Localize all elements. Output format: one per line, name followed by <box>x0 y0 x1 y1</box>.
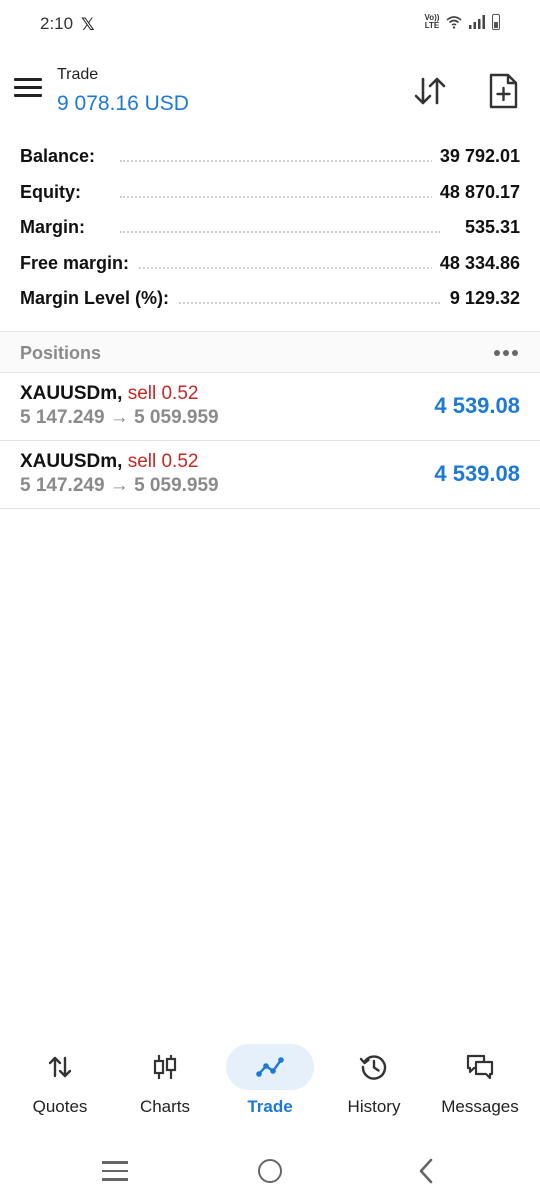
nav-label-quotes: Quotes <box>32 1097 88 1116</box>
dotted-leader <box>120 266 440 269</box>
position-row[interactable]: XAUUSDm, sell 0.52 5 147.249 → 5 059.959… <box>0 441 540 509</box>
status-indicators: Vo)) LTE <box>424 14 500 30</box>
position-prices: 5 147.249 → 5 059.959 <box>20 407 219 428</box>
recents-icon[interactable] <box>102 1161 128 1181</box>
margin-label: Margin: <box>20 217 93 238</box>
volte-icon: Vo)) LTE <box>424 13 440 30</box>
back-icon[interactable] <box>414 1157 438 1185</box>
wifi-icon <box>446 16 462 29</box>
position-row[interactable]: XAUUSDm, sell 0.52 5 147.249 → 5 059.959… <box>0 373 540 441</box>
system-navigation-bar <box>0 1145 540 1200</box>
nav-messages[interactable]: Messages <box>430 1040 530 1130</box>
free-margin-value: 48 334.86 <box>431 252 520 274</box>
account-summary: Balance: 39 792.01 Equity: 48 870.17 Mar… <box>0 142 540 320</box>
position-symbol: XAUUSDm, <box>20 451 123 472</box>
dotted-leader <box>120 231 440 233</box>
menu-icon[interactable] <box>14 78 42 100</box>
summary-row-margin-level: Margin Level (%): 9 129.32 <box>0 284 540 320</box>
nav-label-messages: Messages <box>441 1097 519 1116</box>
position-side: sell 0.52 <box>127 451 199 472</box>
position-symbol: XAUUSDm, <box>20 383 123 404</box>
equity-value: 48 870.17 <box>431 181 520 203</box>
sort-icon[interactable] <box>412 73 448 109</box>
x-app-icon: 𝕏 <box>81 15 95 34</box>
nav-history[interactable]: History <box>324 1040 424 1130</box>
nav-label-trade: Trade <box>247 1097 293 1116</box>
summary-row-balance: Balance: 39 792.01 <box>0 142 540 178</box>
header-amount: 9 078.16 USD <box>57 92 189 115</box>
battery-icon <box>492 14 500 30</box>
dotted-leader <box>120 195 440 198</box>
nav-charts[interactable]: Charts <box>115 1040 215 1130</box>
position-prices: 5 147.249 → 5 059.959 <box>20 475 219 496</box>
nav-trade[interactable]: Trade <box>220 1040 320 1130</box>
new-order-icon[interactable] <box>486 72 520 110</box>
position-symbol-line: XAUUSDm, sell 0.52 <box>20 451 198 473</box>
signal-icon <box>469 15 485 29</box>
balance-label: Balance: <box>20 146 104 167</box>
free-margin-label: Free margin: <box>20 252 138 274</box>
position-symbol-line: XAUUSDm, sell 0.52 <box>20 383 198 405</box>
nav-label-charts: Charts <box>139 1097 191 1116</box>
positions-title: Positions <box>20 343 102 363</box>
margin-value: 535.31 <box>456 217 520 238</box>
margin-level-label: Margin Level (%): <box>20 288 178 309</box>
messages-icon <box>466 1054 494 1080</box>
status-bar: 2:10 𝕏 Vo)) LTE <box>0 0 540 50</box>
row-divider <box>0 508 540 509</box>
balance-value: 39 792.01 <box>431 146 520 167</box>
quotes-icon <box>48 1056 72 1078</box>
position-profit: 4 539.08 <box>434 393 520 418</box>
position-profit: 4 539.08 <box>434 461 520 486</box>
status-time: 2:10 <box>40 14 74 33</box>
app-header: Trade 9 078.16 USD <box>0 56 540 126</box>
dotted-leader <box>120 160 440 162</box>
summary-row-equity: Equity: 48 870.17 <box>0 178 540 214</box>
positions-header: Positions <box>0 332 540 372</box>
bottom-navigation: Quotes Charts Trade History Messages <box>0 1040 540 1130</box>
home-icon[interactable] <box>258 1159 282 1183</box>
summary-row-margin: Margin: 535.31 <box>0 213 540 249</box>
more-options-icon[interactable] <box>494 350 518 356</box>
nav-label-history: History <box>347 1097 401 1116</box>
trade-icon <box>256 1057 284 1077</box>
position-side: sell 0.52 <box>127 383 199 404</box>
nav-quotes[interactable]: Quotes <box>10 1040 110 1130</box>
header-subtitle: Trade <box>57 66 99 83</box>
margin-level-value: 9 129.32 <box>441 288 520 309</box>
history-icon <box>359 1055 387 1080</box>
summary-row-free-margin: Free margin: 48 334.86 <box>0 249 540 285</box>
charts-icon <box>153 1055 177 1079</box>
equity-label: Equity: <box>20 181 89 203</box>
